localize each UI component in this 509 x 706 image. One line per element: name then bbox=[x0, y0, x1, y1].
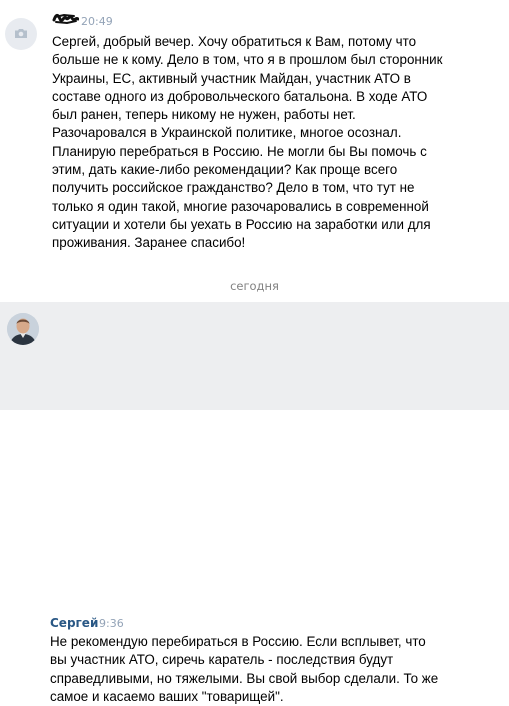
message-reply: Сергей 9:36 Не рекомендую перебираться в… bbox=[0, 302, 509, 704]
message-time[interactable]: 20:49 bbox=[81, 15, 113, 29]
avatar[interactable] bbox=[5, 18, 37, 50]
message-text: Не рекомендую перебираться в Россию. Есл… bbox=[50, 634, 439, 704]
author-name[interactable]: Сергей bbox=[50, 616, 98, 630]
date-divider: сегодня bbox=[230, 279, 279, 293]
avatar[interactable] bbox=[7, 313, 39, 345]
message-time[interactable]: 9:36 bbox=[99, 617, 124, 631]
author-name-redacted[interactable] bbox=[52, 11, 79, 28]
redaction-scribble bbox=[52, 13, 79, 25]
camera-icon bbox=[15, 29, 27, 38]
user-photo bbox=[7, 313, 39, 345]
message-incoming: 20:49 Сергей, добрый вечер. Хочу обратит… bbox=[0, 0, 509, 265]
message-text: Сергей, добрый вечер. Хочу обратиться к … bbox=[52, 34, 443, 251]
